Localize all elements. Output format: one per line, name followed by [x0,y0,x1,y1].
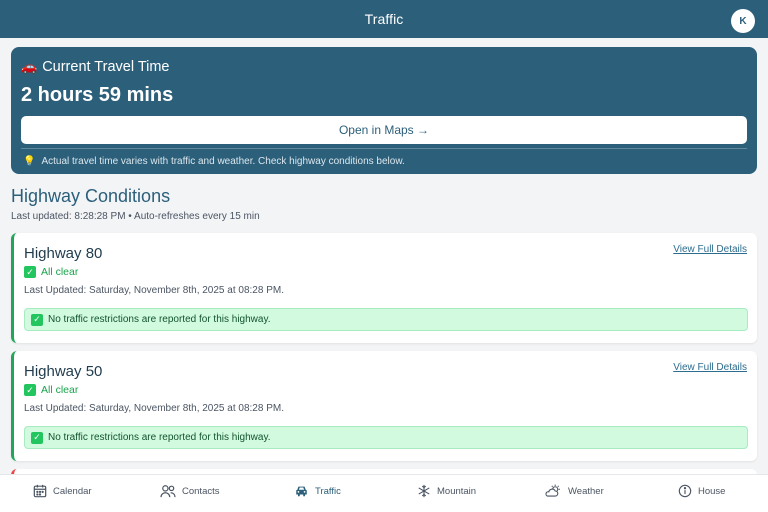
nav-label: Traffic [315,485,341,497]
nav-item-calendar[interactable]: Calendar [33,484,92,498]
view-full-details-link[interactable]: View Full Details [673,244,747,255]
highway-name: Highway 80 [24,245,103,262]
travel-tip-text: Actual travel time varies with traffic a… [41,156,405,167]
avatar[interactable]: K [731,9,755,33]
nav-item-house[interactable]: House [678,484,725,498]
view-full-details-link[interactable]: View Full Details [673,362,747,373]
highway-status: ✓ All clear [24,266,747,278]
highway-last-updated: Last Updated: Saturday, November 8th, 20… [24,285,284,296]
divider [21,148,747,149]
snowflake-icon [418,484,430,498]
highway-name: Highway 50 [24,363,103,380]
last-updated-text: Last updated: 8:28:28 PM • Auto-refreshe… [11,211,260,222]
nav-label: Calendar [53,485,92,497]
highway-status-label: All clear [41,384,79,396]
highway-status-label: All clear [41,266,79,278]
nav-label: Contacts [182,485,220,497]
check-icon: ✓ [24,384,36,396]
contacts-icon [160,485,176,498]
lightbulb-icon: 💡 [23,156,36,167]
highway-card: Highway 50 View Full Details ✓ All clear… [11,351,757,461]
nav-item-weather[interactable]: Weather [545,484,604,498]
page-title: Traffic [364,11,404,27]
nav-item-contacts[interactable]: Contacts [160,484,220,498]
open-in-maps-button[interactable]: Open in Maps → [21,116,747,144]
app: Traffic K 🚗 Current Travel Time 2 hours … [0,0,768,512]
highway-last-updated: Last Updated: Saturday, November 8th, 20… [24,403,284,414]
highway-notice: ✓ No traffic restrictions are reported f… [24,308,748,331]
section-title: Highway Conditions [11,186,171,206]
top-bar: Traffic K [0,0,768,38]
highway-card: Highway 80 View Full Details ✓ All clear… [11,233,757,343]
car-icon [296,486,307,497]
highway-notice-text: No traffic restrictions are reported for… [48,432,271,443]
nav-item-traffic[interactable]: Traffic [294,484,341,498]
highway-status: ✓ All clear [24,384,747,396]
travel-time-heading-label: Current Travel Time [42,59,170,75]
nav-item-mountain[interactable]: Mountain [417,484,476,498]
info-icon [678,484,692,498]
check-icon: ✓ [24,266,36,278]
bottom-nav: Calendar Contacts Traffic Mountain Weath… [0,474,768,512]
nav-label: Mountain [437,485,477,497]
check-icon: ✓ [31,313,43,326]
car-icon: 🚗 [21,59,38,74]
travel-time-value: 2 hours 59 mins [21,84,174,106]
calendar-icon [33,484,47,498]
travel-time-card: 🚗 Current Travel Time 2 hours 59 mins Op… [11,47,757,174]
nav-label: House [698,485,726,497]
weather-icon [545,484,560,497]
travel-tip: 💡 Actual travel time varies with traffic… [21,156,747,167]
highway-notice: ✓ No traffic restrictions are reported f… [24,426,748,449]
check-icon: ✓ [31,431,43,444]
travel-time-heading: 🚗 Current Travel Time [21,59,747,75]
highway-notice-text: No traffic restrictions are reported for… [48,314,271,325]
nav-label: Weather [568,485,604,497]
